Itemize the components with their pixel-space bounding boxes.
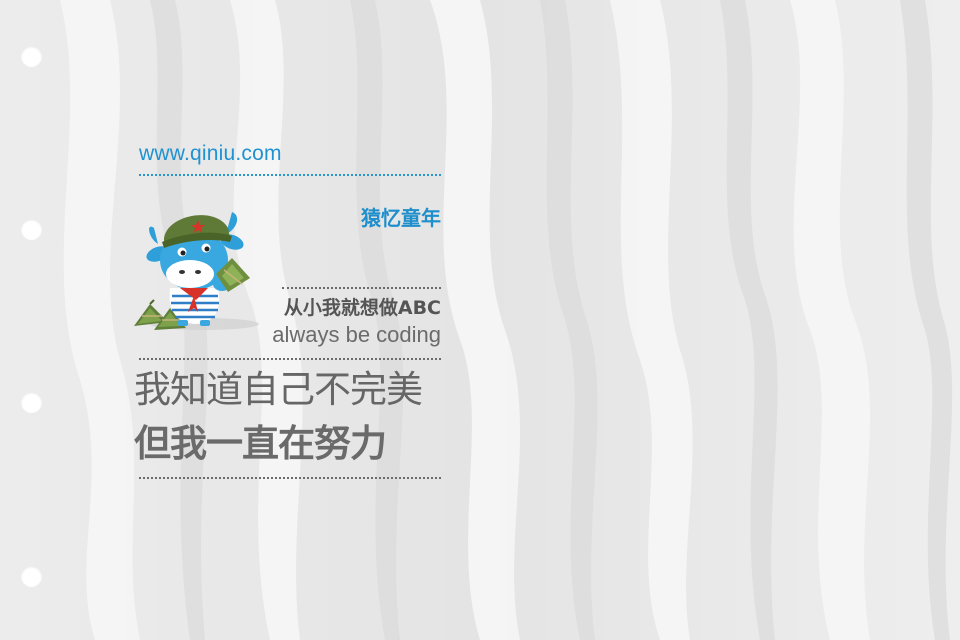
grey-dotted-divider bbox=[139, 358, 441, 360]
motto-text: always be coding bbox=[272, 322, 441, 347]
qiniu-bull-mascot-illustration bbox=[134, 212, 259, 330]
binder-hole-icon bbox=[21, 566, 42, 587]
binder-hole-icon bbox=[21, 46, 42, 67]
campaign-title: 猿忆童年 bbox=[361, 206, 441, 230]
site-url-link[interactable]: www.qiniu.com bbox=[139, 140, 441, 168]
binder-hole-icon bbox=[21, 219, 42, 240]
headline-line-2: 但我一直在努力 bbox=[134, 422, 387, 465]
headline-line-1: 我知道自己不完美 bbox=[134, 368, 423, 411]
grey-dotted-divider bbox=[282, 287, 441, 289]
dream-text: 从小我就想做ABC bbox=[283, 297, 441, 319]
blue-dotted-divider bbox=[139, 174, 441, 176]
grey-dotted-divider bbox=[139, 477, 441, 479]
binder-hole-icon bbox=[21, 392, 42, 413]
